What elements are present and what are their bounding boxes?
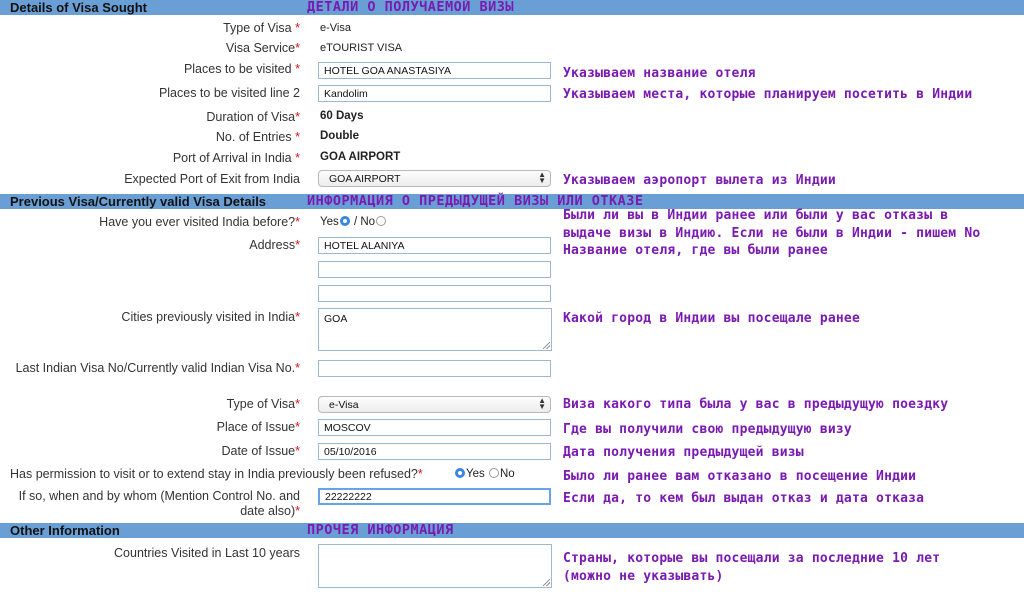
annotation-countries-1: Страны, которые вы посещали за последние… <box>563 551 941 566</box>
refused-label: Has permission to visit or to extend sta… <box>10 467 423 481</box>
chevron-updown-icon: ▲ ▼ <box>538 170 546 185</box>
annotation-date-issue: Дата получения предыдущей визы <box>563 445 804 460</box>
section-header-visa-sought: Details of Visa Sought ДЕТАЛИ О ПОЛУЧАЕМ… <box>0 0 1024 15</box>
section-annotation: ДЕТАЛИ О ПОЛУЧАЕМОЙ ВИЗЫ <box>307 0 515 15</box>
date-of-issue-label: Date of Issue* <box>221 444 300 458</box>
place-of-issue-input[interactable]: MOSCOV <box>318 419 551 436</box>
address-line-2-input[interactable] <box>318 261 551 278</box>
annotation-cities: Какой город в Индии вы посещале ранее <box>563 311 860 326</box>
annotation-places2: Указываем места, которые планируем посет… <box>563 87 973 102</box>
visited-yes-radio[interactable] <box>339 216 350 226</box>
visited-no-radio[interactable] <box>376 216 387 226</box>
refused-radios: Yes No <box>454 468 515 480</box>
port-exit-select[interactable]: GOA AIRPORT ▲ ▼ <box>318 170 551 187</box>
annotation-ifso: Если да, то кем был выдан отказ и дата о… <box>563 491 925 506</box>
cities-visited-textarea[interactable]: GOA <box>318 308 552 351</box>
annotation-type: Виза какого типа была у вас в предыдущую… <box>563 397 949 412</box>
duration-value: 60 Days <box>320 110 364 122</box>
port-arrival-label: Port of Arrival in India * <box>172 151 300 165</box>
refused-yes-radio[interactable] <box>455 468 465 478</box>
places-visited-2-input[interactable]: Kandolim <box>318 85 551 102</box>
section-title: Details of Visa Sought <box>10 0 148 15</box>
annotation-exit: Указываем аэропорт вылета из Индии <box>563 173 836 188</box>
visa-service-value: eTOURIST VISA <box>320 42 403 54</box>
address-line-3-input[interactable] <box>318 285 551 302</box>
annotation-refused: Было ли ранее вам отказано в посещение И… <box>563 469 917 484</box>
type-of-visa-value: e-Visa <box>320 22 351 34</box>
refused-no-radio[interactable] <box>488 468 499 478</box>
section-annotation: ПРОЧЕЯ ИНФОРМАЦИЯ <box>307 522 454 538</box>
section-title: Previous Visa/Currently valid Visa Detai… <box>10 194 267 209</box>
places-visited-2-label: Places to be visited line 2 <box>158 86 300 100</box>
section-title: Other Information <box>10 523 120 538</box>
entries-label: No. of Entries * <box>215 130 300 144</box>
port-arrival-value: GOA AIRPORT <box>320 151 401 163</box>
resize-grip-icon[interactable] <box>543 342 550 349</box>
last-visa-no-label: Last Indian Visa No/Currently valid Indi… <box>15 361 300 375</box>
date-of-issue-input[interactable]: 05/10/2016 <box>318 443 551 460</box>
type-of-visa-label: Type of Visa * <box>223 21 300 35</box>
visited-before-label: Have you ever visited India before?* <box>99 215 300 229</box>
if-so-input[interactable]: 22222222 <box>318 488 551 505</box>
annotation-countries-2: (можно не указывать) <box>563 569 724 584</box>
place-of-issue-label: Place of Issue* <box>216 420 300 434</box>
places-visited-input[interactable]: HOTEL GOA ANASTASIYA <box>318 62 551 79</box>
section-header-previous-visa: Previous Visa/Currently valid Visa Detai… <box>0 194 1024 209</box>
countries-visited-textarea[interactable] <box>318 544 552 588</box>
port-exit-label: Expected Port of Exit from India <box>124 172 300 186</box>
annotation-visited-1: Были ли вы в Индии ранее или были у вас … <box>563 208 949 223</box>
prev-type-of-visa-label: Type of Visa* <box>226 397 300 411</box>
annotation-places: Указываем название отеля <box>563 66 756 81</box>
duration-label: Duration of Visa* <box>206 110 300 124</box>
entries-value: Double <box>320 130 359 142</box>
resize-grip-icon[interactable] <box>543 579 550 586</box>
prev-type-of-visa-select[interactable]: e-Visa ▲ ▼ <box>318 396 551 413</box>
visa-service-label: Visa Service* <box>225 41 300 55</box>
last-visa-no-input[interactable] <box>318 360 551 377</box>
address-label: Address* <box>249 238 300 252</box>
places-visited-label: Places to be visited * <box>183 62 300 76</box>
visited-before-radios: Yes / No <box>320 216 387 228</box>
cities-visited-label: Cities previously visited in India* <box>121 310 300 324</box>
annotation-visited-2: выдаче визы в Индию. Если не были в Инди… <box>563 226 981 241</box>
section-header-other-info: Other Information ПРОЧЕЯ ИНФОРМАЦИЯ <box>0 523 1024 538</box>
address-line-1-input[interactable]: HOTEL ALANIYA <box>318 237 551 254</box>
annotation-place-issue: Где вы получили свою предыдущую визу <box>563 422 852 437</box>
section-annotation: ИНФОРМАЦИЯ О ПРЕДЫДУЩЕЙ ВИЗЫ ИЛИ ОТКАЗЕ <box>307 193 644 209</box>
countries-visited-label: Countries Visited in Last 10 years <box>114 546 300 560</box>
annotation-visited-3: Название отеля, где вы были ранее <box>563 243 828 258</box>
if-so-label: If so, when and by whom (Mention Control… <box>18 489 300 518</box>
chevron-updown-icon: ▲ ▼ <box>538 396 546 411</box>
